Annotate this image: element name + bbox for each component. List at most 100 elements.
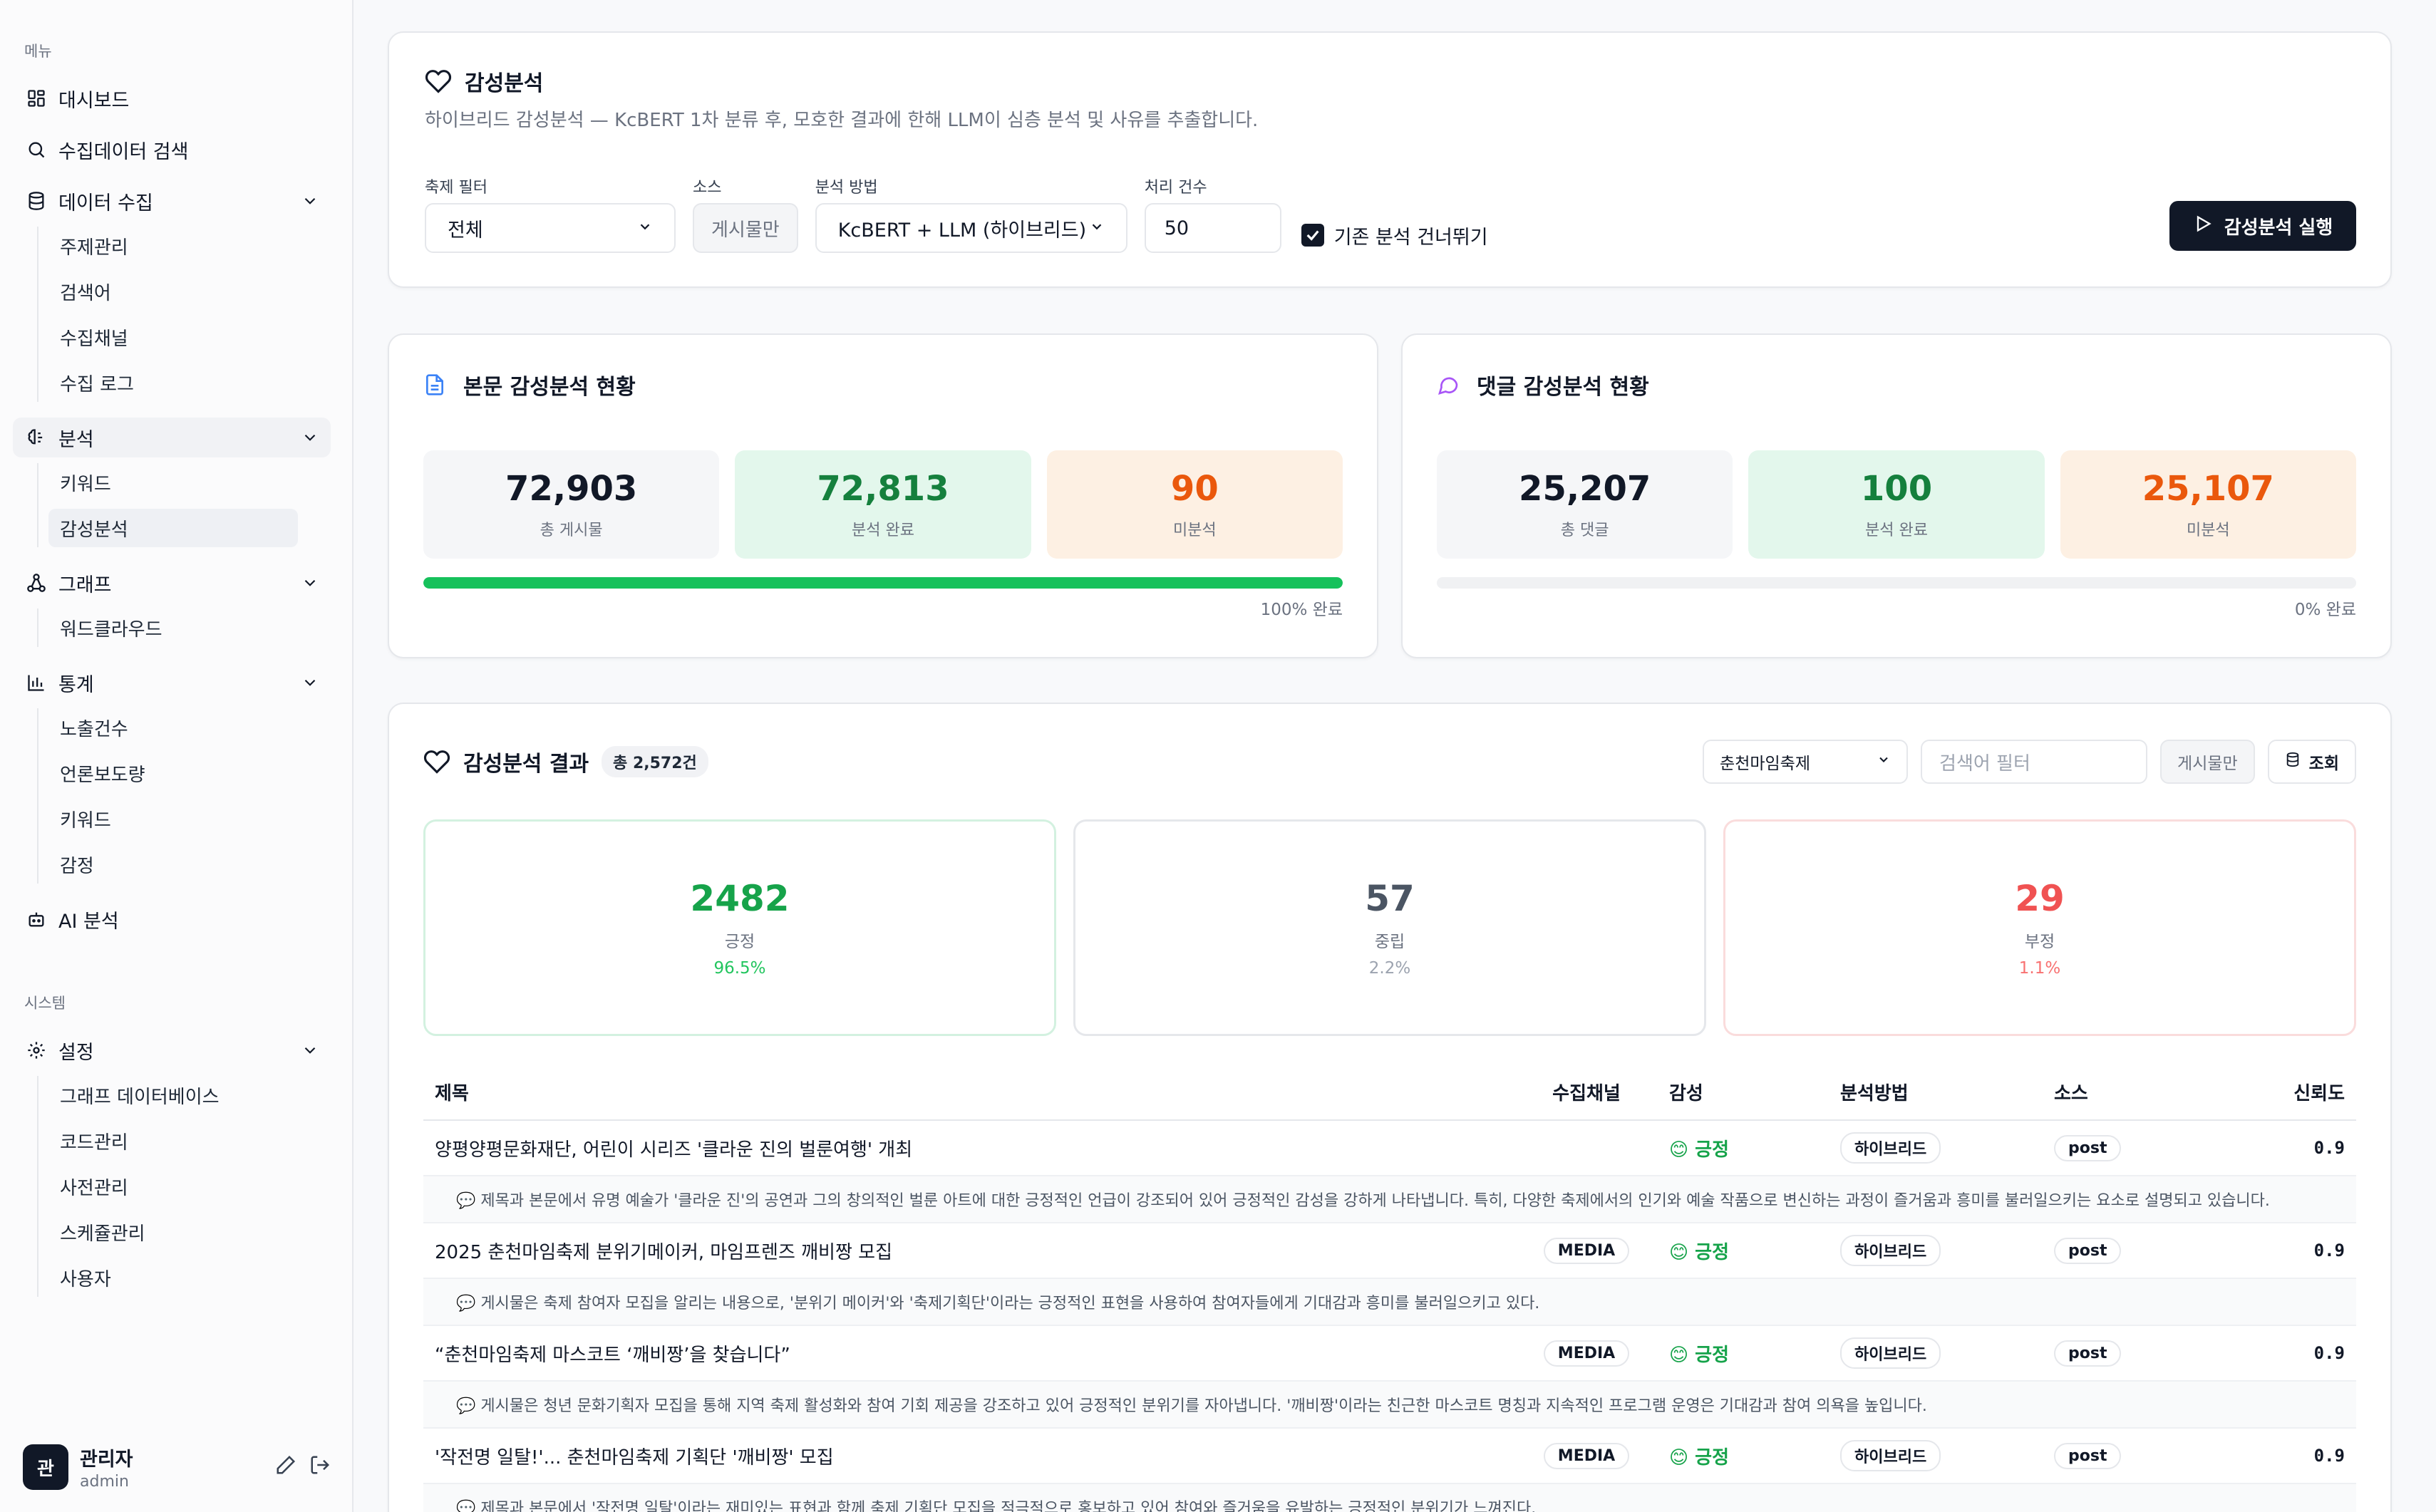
reason-row: 💬 제목과 본문에서 유명 예술가 '클라운 진'의 공연과 그의 창의적인 벌… (423, 1176, 2356, 1223)
comment-pending-box: 25,107 미분석 (2060, 450, 2356, 559)
row-confidence: 0.9 (2199, 1120, 2356, 1176)
nav-dashboard[interactable]: 대시보드 (13, 78, 331, 118)
document-icon (423, 371, 452, 399)
row-reason: 💬 제목과 본문에서 유명 예술가 '클라운 진'의 공연과 그의 창의적인 벌… (423, 1176, 2356, 1223)
count-label: 처리 건수 (1144, 179, 1207, 197)
method-tag: 하이브리드 (1840, 1235, 1941, 1266)
channel-tag: MEDIA (1543, 1442, 1630, 1469)
menu-section-label: 메뉴 (24, 43, 52, 60)
nav-stats-keyword[interactable]: 키워드 (48, 799, 298, 838)
query-button[interactable]: 조회 (2267, 740, 2356, 784)
nav-channels[interactable]: 수집채널 (48, 318, 298, 356)
col-confidence[interactable]: 신뢰도 (2199, 1065, 2356, 1121)
row-title[interactable]: “춘천마임축제 마스코트 ‘깨비짱’을 찾습니다” (423, 1325, 1515, 1382)
comment-done-value: 100 (1860, 469, 1933, 509)
col-sentiment[interactable]: 감성 (1658, 1065, 1829, 1121)
row-method: 하이브리드 (1829, 1120, 2043, 1176)
row-method: 하이브리드 (1829, 1325, 2043, 1382)
nav-press-volume[interactable]: 언론보도량 (48, 754, 298, 792)
nav-collect-label: 데이터 수집 (58, 192, 153, 214)
reason-row: 💬 제목과 본문에서 '작전명 일탈'이라는 재미있는 표현과 함께 축제 기획… (423, 1483, 2356, 1512)
post-pending-box: 90 미분석 (1046, 450, 1343, 559)
reason-row: 💬 게시물은 축제 참여자 모집을 알리는 내용으로, '분위기 메이커'와 '… (423, 1278, 2356, 1326)
nav-exposure[interactable]: 노출건수 (48, 708, 298, 747)
nav-dashboard-label: 대시보드 (58, 89, 130, 112)
nav-search[interactable]: 수집데이터 검색 (13, 130, 331, 170)
row-confidence: 0.9 (2199, 1428, 2356, 1484)
row-title[interactable]: 양평양평문화재단, 어린이 시리즈 '클라운 진의 벌룬여행' 개최 (423, 1120, 1515, 1176)
col-title[interactable]: 제목 (423, 1065, 1515, 1121)
row-sentiment: 😊 긍정 (1658, 1325, 1829, 1382)
nav-analysis-label: 분석 (58, 428, 94, 451)
col-method[interactable]: 분석방법 (1829, 1065, 2043, 1121)
nav-settings-label: 설정 (58, 1041, 94, 1064)
nav-code-mgmt[interactable]: 코드관리 (48, 1122, 298, 1160)
festival-filter-label: 축제 필터 (425, 179, 487, 197)
row-reason: 💬 제목과 본문에서 '작전명 일탈'이라는 재미있는 표현과 함께 축제 기획… (423, 1483, 2356, 1512)
row-title[interactable]: '작전명 일탈!'... 춘천마임축제 기획단 '깨비짱' 모집 (423, 1428, 1515, 1484)
heart-icon (425, 67, 453, 95)
nav-wordcloud[interactable]: 워드클라우드 (48, 609, 298, 647)
query-button-label: 조회 (2308, 755, 2339, 773)
nav-analysis[interactable]: 분석 (13, 418, 331, 457)
nav-collect-log[interactable]: 수집 로그 (48, 363, 298, 402)
sidebar: 메뉴 대시보드 수집데이터 검색 데이터 수집 주제관리 검색어 수집채널 수집… (0, 0, 353, 1512)
chevron-down-icon (1877, 752, 1891, 771)
skip-existing-checkbox[interactable]: 기존 분석 건너뛰기 (1301, 203, 1488, 253)
nav-stats[interactable]: 통계 (13, 663, 331, 703)
play-icon (2193, 214, 2213, 239)
neutral-count: 57 (1365, 878, 1415, 919)
system-section-label: 시스템 (24, 995, 66, 1012)
nav-ai[interactable]: AI 분석 (13, 899, 331, 939)
chevron-down-icon (301, 428, 319, 447)
post-total-value: 72,903 (505, 469, 638, 509)
nav-dictionary[interactable]: 사전관리 (48, 1167, 298, 1206)
nav-emotion[interactable]: 감정 (48, 845, 298, 884)
nav-keywords[interactable]: 검색어 (48, 272, 298, 311)
nav-users[interactable]: 사용자 (48, 1258, 298, 1297)
skip-existing-label: 기존 분석 건너뛰기 (1333, 226, 1488, 249)
negative-pct: 1.1% (2018, 959, 2061, 978)
nav-graph[interactable]: 그래프 (13, 563, 331, 603)
nav-keyword-analysis[interactable]: 키워드 (48, 463, 298, 502)
run-sentiment-button[interactable]: 감성분석 실행 (2169, 201, 2356, 251)
logout-icon[interactable] (309, 1454, 331, 1481)
comment-done-box: 100 분석 완료 (1748, 450, 2045, 559)
table-row[interactable]: “춘천마임축제 마스코트 ‘깨비짱’을 찾습니다” MEDIA 😊 긍정 하이브리드 p… (423, 1325, 2356, 1382)
results-festival-select[interactable]: 춘천마임축제 (1703, 740, 1909, 784)
method-select[interactable]: KcBERT + LLM (하이브리드) (815, 203, 1127, 253)
nav-schedule[interactable]: 스케쥴관리 (48, 1213, 298, 1251)
results-card: 감성분석 결과 총 2,572건 춘천마임축제 검색어 필터 게시물만 조회 2… (388, 703, 2392, 1512)
comment-progress-bar (1437, 577, 2356, 589)
nav-graph-db[interactable]: 그래프 데이터베이스 (48, 1076, 298, 1114)
comment-pending-value: 25,107 (2142, 469, 2274, 509)
chevron-down-icon (637, 217, 653, 239)
col-source[interactable]: 소스 (2043, 1065, 2199, 1121)
row-title[interactable]: 2025 춘천마임축제 분위기메이커, 마임프렌즈 깨비짱 모집 (423, 1223, 1515, 1279)
source-tag: post (2054, 1237, 2122, 1264)
nav-graph-label: 그래프 (58, 574, 112, 596)
table-row[interactable]: 양평양평문화재단, 어린이 시리즈 '클라운 진의 벌룬여행' 개최 😊 긍정 하이… (423, 1120, 2356, 1176)
row-sentiment: 😊 긍정 (1658, 1223, 1829, 1279)
analysis-submenu: 키워드 감성분석 (37, 463, 331, 547)
positive-count: 2482 (690, 878, 790, 919)
table-row[interactable]: '작전명 일탈!'... 춘천마임축제 기획단 '깨비짱' 모집 MEDIA 😊 긍… (423, 1428, 2356, 1484)
comment-pending-label: 미분석 (2186, 522, 2230, 539)
chevron-down-icon (301, 673, 319, 692)
col-channel[interactable]: 수집채널 (1515, 1065, 1658, 1121)
nav-sentiment-analysis[interactable]: 감성분석 (48, 509, 298, 547)
edit-icon[interactable] (275, 1454, 296, 1481)
table-row[interactable]: 2025 춘천마임축제 분위기메이커, 마임프렌즈 깨비짱 모집 MEDIA 😊 긍… (423, 1223, 2356, 1279)
count-input[interactable]: 50 (1144, 203, 1281, 253)
nav-topics[interactable]: 주제관리 (48, 227, 298, 265)
user-profile: 관 관리자 admin (23, 1444, 331, 1491)
keyword-filter-input[interactable]: 검색어 필터 (1921, 740, 2148, 784)
method-filter: 분석 방법 KcBERT + LLM (하이브리드) (815, 175, 1127, 253)
results-table: 제목 수집채널 감성 분석방법 소스 신뢰도 양평양평문화재단, 어린이 시리즈… (423, 1065, 2356, 1512)
festival-select[interactable]: 전체 (425, 203, 676, 253)
source-posts-only-button[interactable]: 게시물만 (693, 203, 798, 253)
nav-collect[interactable]: 데이터 수집 (13, 181, 331, 221)
positive-summary: 2482 긍정 96.5% (423, 819, 1056, 1036)
results-posts-only-button[interactable]: 게시물만 (2160, 740, 2255, 784)
nav-settings[interactable]: 설정 (13, 1030, 331, 1070)
